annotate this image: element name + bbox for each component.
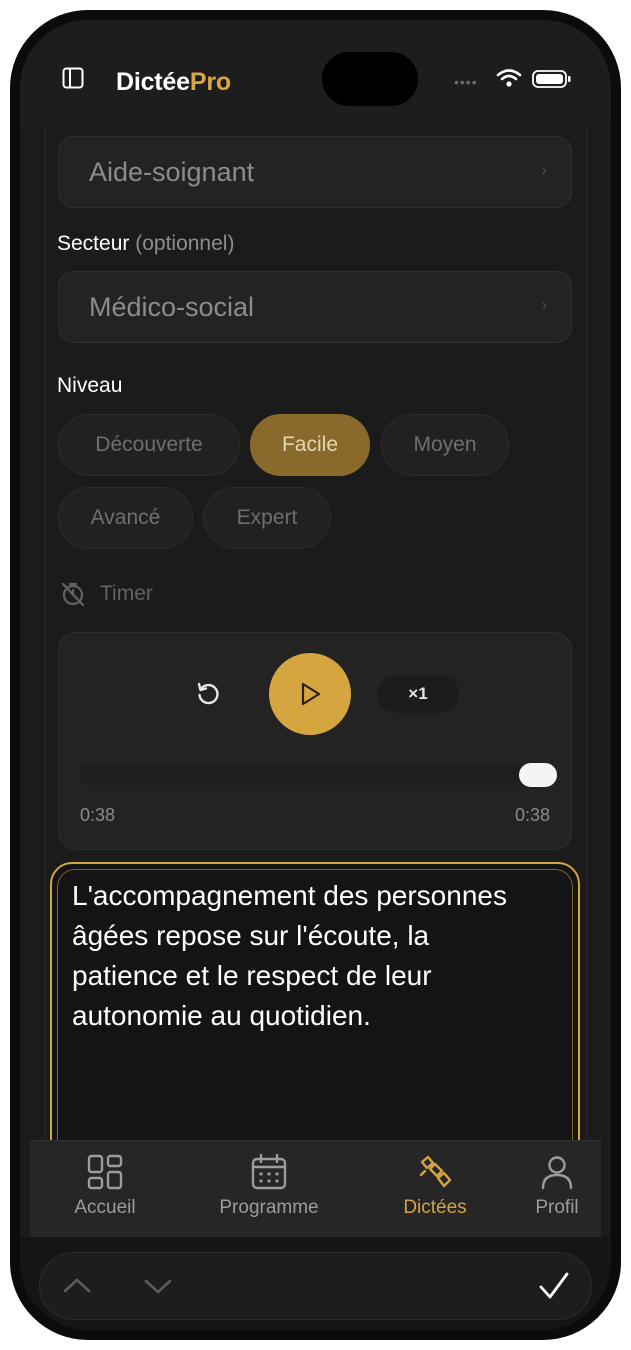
brand-accent: Pro (189, 68, 231, 96)
tab-label: Dictées (403, 1197, 467, 1218)
level-chip-expert[interactable]: Expert (203, 487, 331, 549)
toolbar-pill (39, 1252, 592, 1320)
chevron-up-icon[interactable] (62, 1271, 92, 1301)
chevron-icon: › (541, 162, 547, 179)
tab-label: Accueil (74, 1197, 136, 1218)
bottom-tab-bar: Accueil Programme Dictées Profil (30, 1140, 601, 1238)
level-chip-moyen[interactable]: Moyen (381, 414, 509, 476)
profession-select[interactable]: Aide-soignant › (58, 136, 572, 208)
replay-icon[interactable] (195, 681, 221, 707)
profession-value: Aide-soignant (89, 157, 255, 187)
tab-profil[interactable]: Profil (523, 1141, 591, 1238)
timer-label: Timer (100, 582, 153, 605)
screen: DictéePro •••• Aide-soignant › Secteur (… (20, 20, 611, 1330)
progress-track[interactable] (79, 763, 557, 787)
app-logo: DictéePro (116, 68, 231, 97)
play-button[interactable] (269, 653, 351, 735)
total-duration: 0:38 (514, 805, 550, 825)
timer-toggle[interactable]: Timer (60, 581, 153, 607)
audio-player: ×1 0:38 0:38 (58, 632, 572, 850)
dictation-textarea[interactable]: L'accompagnement des personnes âgées rep… (50, 862, 580, 1140)
tab-accueil[interactable]: Accueil (43, 1141, 167, 1238)
sector-label-text: Secteur (57, 232, 130, 255)
tab-programme[interactable]: Programme (190, 1141, 348, 1238)
sector-label: Secteur (optionnel) (57, 232, 234, 256)
sector-value: Médico-social (89, 292, 255, 322)
timer-off-icon (61, 582, 85, 607)
chevron-icon: › (541, 297, 547, 314)
dictation-text: L'accompagnement des personnes âgées rep… (72, 880, 507, 1031)
chevron-down-icon[interactable] (143, 1271, 173, 1301)
sector-optional-text: (optionnel) (135, 232, 235, 255)
pen-nib-icon (419, 1155, 452, 1188)
level-label: Niveau (57, 374, 123, 397)
grid-icon (87, 1154, 123, 1190)
elapsed-time: 0:38 (80, 805, 116, 825)
calendar-icon (251, 1153, 287, 1190)
battery-icon (532, 70, 571, 88)
progress-thumb[interactable] (519, 763, 557, 787)
tab-dictees[interactable]: Dictées (374, 1141, 496, 1238)
level-chip-decouverte[interactable]: Découverte (58, 414, 240, 476)
main-content: Aide-soignant › Secteur (optionnel) Médi… (20, 126, 611, 1140)
brand-primary: Dictée (116, 68, 190, 96)
wifi-icon (496, 69, 522, 87)
speed-button[interactable]: ×1 (377, 675, 459, 713)
signal-icon: •••• (454, 74, 478, 90)
checkmark-icon[interactable] (538, 1270, 570, 1302)
dynamic-island (322, 52, 418, 106)
tab-label: Profil (535, 1197, 579, 1218)
level-chip-avance[interactable]: Avancé (58, 487, 193, 549)
play-icon (301, 682, 321, 706)
phone-frame: DictéePro •••• Aide-soignant › Secteur (… (10, 10, 621, 1340)
sector-select[interactable]: Médico-social › (58, 271, 572, 343)
keyboard-toolbar (20, 1237, 611, 1330)
user-icon (541, 1156, 573, 1190)
app-header: DictéePro •••• (20, 20, 611, 126)
sidebar-toggle-icon[interactable] (62, 67, 84, 89)
level-chip-facile[interactable]: Facile (250, 414, 370, 476)
progress-fill (79, 765, 553, 785)
tab-label: Programme (219, 1197, 319, 1218)
